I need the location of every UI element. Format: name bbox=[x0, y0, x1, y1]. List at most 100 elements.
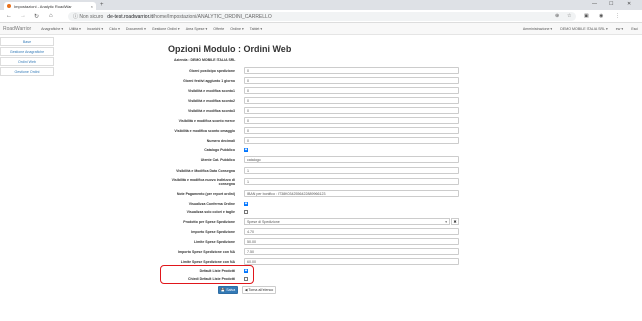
importo-spese-input[interactable]: 4.70 bbox=[244, 228, 459, 235]
importo-spese-na-input[interactable]: 7.50 bbox=[244, 248, 459, 255]
app-navbar: RoadWarrior Anagrafiche ▾ Utilità ▾ Inca… bbox=[0, 23, 642, 35]
field-label: Limite Spese Spedizione con NA bbox=[180, 259, 235, 264]
sconto-omaggio-input[interactable]: 0 bbox=[244, 127, 459, 134]
field-label: Giorni festivi aggiunto 1 giorno bbox=[183, 78, 235, 83]
menu-utilita[interactable]: Utilità ▾ bbox=[69, 27, 81, 31]
form-row: Limite Spese Spedizione 50.00 bbox=[160, 237, 466, 246]
form-row: Note Pagamento (per report ordini) IBAN … bbox=[160, 189, 466, 198]
form-row: Visibilità e modifica sconto2 0 bbox=[160, 96, 466, 105]
menu-anagrafiche[interactable]: Anagrafiche ▾ bbox=[41, 27, 63, 31]
favicon-icon bbox=[7, 4, 11, 8]
url-domain: de-test.roadwarrior.it bbox=[107, 13, 153, 20]
sconto3-input[interactable]: 0 bbox=[244, 107, 459, 114]
form-row: Giorni festivi aggiunto 1 giorno 0 bbox=[160, 76, 466, 85]
field-label: Importo Spese Spedizione con NA bbox=[178, 249, 235, 254]
profile-icon[interactable]: ◉ bbox=[599, 13, 603, 19]
sidebar-item-gestione-ordini[interactable]: Gestione Ordini bbox=[0, 67, 54, 76]
address-bar-row: ← → ↻ ⌂ ⓘ Non sicuro de-test.roadwarrior… bbox=[0, 10, 642, 23]
field-label: Limite Spese Spedizione bbox=[193, 239, 235, 244]
field-label: Importo Spese Spedizione bbox=[191, 229, 235, 234]
field-label: Visibilità e modifica nuovo indirizzo di… bbox=[171, 177, 235, 186]
menu-documenti[interactable]: Documenti ▾ bbox=[126, 27, 146, 31]
field-label: Visualizza solo colori e taglie bbox=[186, 209, 235, 214]
sconto1-input[interactable]: 0 bbox=[244, 87, 459, 94]
browser-tab-title: Impostazioni - Analytic RoadWar bbox=[14, 3, 72, 9]
form-row: Catalogo Pubblico bbox=[160, 145, 466, 154]
sconto2-input[interactable]: 0 bbox=[244, 97, 459, 104]
form-row: Utente Cat. Pubblico catalogo bbox=[160, 155, 466, 164]
minimize-button[interactable]: — bbox=[592, 1, 597, 7]
save-button[interactable]: 💾 Salva bbox=[218, 286, 238, 294]
note-pagamento-input[interactable]: IBAN per bonifico : IT38K034255642288996… bbox=[244, 190, 459, 197]
logout-link[interactable]: Esci bbox=[631, 27, 638, 31]
forward-button[interactable]: → bbox=[20, 13, 26, 19]
sconto-merce-input[interactable]: 0 bbox=[244, 117, 459, 124]
form-row: Visibilità e modifica sconto merce 0 bbox=[160, 116, 466, 125]
sidebar-item-base[interactable]: Base bbox=[0, 37, 54, 46]
menu-tablet[interactable]: Tablet ▾ bbox=[250, 27, 262, 31]
field-label: Prodotto per Spese Spedizione bbox=[183, 219, 235, 224]
field-label: Giorni posticipo spedizione bbox=[189, 68, 235, 73]
sidebar-item-anagrafiche[interactable]: Gestione Anagrafiche bbox=[0, 47, 54, 56]
url-input[interactable]: ⓘ Non sicuro de-test.roadwarrior.it/home… bbox=[68, 12, 576, 21]
bookmark-star-icon[interactable]: ☆ bbox=[567, 13, 571, 19]
field-label: Visibilità e modifica sconto merce bbox=[178, 118, 235, 123]
field-label: Visibilità e modifica sconto1 bbox=[187, 88, 235, 93]
extensions-icon[interactable]: ▣ bbox=[584, 13, 589, 19]
company-label: Azienda : DEMO MOBILE ITALIA SRL bbox=[174, 58, 236, 62]
limite-spese-na-input[interactable]: 60.00 bbox=[244, 258, 459, 265]
tab-close-icon[interactable]: × bbox=[91, 4, 93, 9]
field-label: Utente Cat. Pubblico bbox=[200, 157, 235, 162]
url-path: /home/Impostazioni/ANALYTIC_ORDINI_CARRE… bbox=[152, 13, 272, 20]
menu-company[interactable]: DEMO MOBILE ITALIA SRL ▾ bbox=[560, 27, 608, 31]
form-row: Visibilità e modifica sconto1 0 bbox=[160, 86, 466, 95]
zoom-icon[interactable]: ⊕ bbox=[555, 13, 559, 19]
menu-ciclo[interactable]: Ciclo ▾ bbox=[109, 27, 120, 31]
data-consegna-input[interactable]: 1 bbox=[244, 167, 459, 174]
menu-area-spese[interactable]: Area Spese ▾ bbox=[186, 27, 208, 31]
field-label: Note Pagamento (per report ordini) bbox=[176, 191, 235, 196]
reload-button[interactable]: ↻ bbox=[34, 13, 39, 20]
prodotto-spese-select[interactable]: Spese di Spedizione ▾ bbox=[244, 218, 450, 225]
maximize-button[interactable]: ☐ bbox=[609, 1, 613, 7]
browser-tab-bar: Impostazioni - Analytic RoadWar × + — ☐ … bbox=[0, 0, 642, 10]
highlight-annotation bbox=[160, 265, 254, 284]
menu-amministrazione[interactable]: Amministrazione ▾ bbox=[523, 27, 552, 31]
home-button[interactable]: ⌂ bbox=[49, 13, 53, 19]
back-button[interactable]: ← bbox=[6, 13, 12, 19]
menu-user[interactable]: ew ▾ bbox=[616, 27, 623, 31]
menu-ordine[interactable]: Ordine ▾ bbox=[230, 27, 244, 31]
conferma-ordine-checkbox[interactable] bbox=[244, 201, 248, 206]
colori-taglie-checkbox[interactable] bbox=[244, 209, 248, 214]
menu-offerte[interactable]: Offerte bbox=[213, 27, 224, 31]
form-row: Visibilità e modifica sconto omaggio 0 bbox=[160, 126, 466, 135]
form-row: Visibilità e modifica nuovo indirizzo di… bbox=[160, 177, 466, 186]
giorni-festivi-input[interactable]: 0 bbox=[244, 77, 459, 84]
select-value: Spese di Spedizione bbox=[247, 219, 280, 224]
clear-select-button[interactable]: ✖ bbox=[451, 218, 459, 225]
chevron-down-icon: ▾ bbox=[445, 219, 447, 224]
form-row: Importo Spese Spedizione con NA 7.50 bbox=[160, 247, 466, 256]
close-window-button[interactable]: ✕ bbox=[627, 1, 631, 7]
field-label: Visibilità e Modifica Data Consegna bbox=[176, 168, 235, 173]
app-brand[interactable]: RoadWarrior bbox=[3, 26, 31, 32]
sidebar-item-ordini-web[interactable]: Ordini Web bbox=[0, 57, 54, 66]
browser-tab[interactable]: Impostazioni - Analytic RoadWar × bbox=[4, 2, 96, 10]
browser-menu-icon[interactable]: ⋮ bbox=[615, 13, 620, 19]
not-secure-indicator[interactable]: ⓘ Non sicuro bbox=[73, 13, 103, 20]
numero-decimali-input[interactable]: 0 bbox=[244, 137, 459, 144]
utente-catalogo-input[interactable]: catalogo bbox=[244, 156, 459, 163]
menu-gestione-ordini[interactable]: Gestione Ordini ▾ bbox=[152, 27, 180, 31]
giorni-posticipo-input[interactable]: 0 bbox=[244, 67, 459, 74]
limite-spese-input[interactable]: 50.00 bbox=[244, 238, 459, 245]
catalogo-pubblico-checkbox[interactable] bbox=[244, 147, 248, 152]
form-row: Visualizza solo colori e taglie bbox=[160, 207, 466, 216]
new-tab-button[interactable]: + bbox=[100, 2, 104, 8]
form-row: Giorni posticipo spedizione 0 bbox=[160, 66, 466, 75]
back-to-list-button[interactable]: ◀ Torna all'elenco bbox=[242, 286, 276, 294]
page-title: Opzioni Modulo : Ordini Web bbox=[168, 44, 292, 54]
field-label: Catalogo Pubblico bbox=[204, 147, 235, 152]
field-label: Visibilità e modifica sconto omaggio bbox=[174, 128, 235, 133]
nuovo-indirizzo-input[interactable]: 1 bbox=[244, 178, 459, 185]
menu-incarichi[interactable]: Incarichi ▾ bbox=[87, 27, 103, 31]
